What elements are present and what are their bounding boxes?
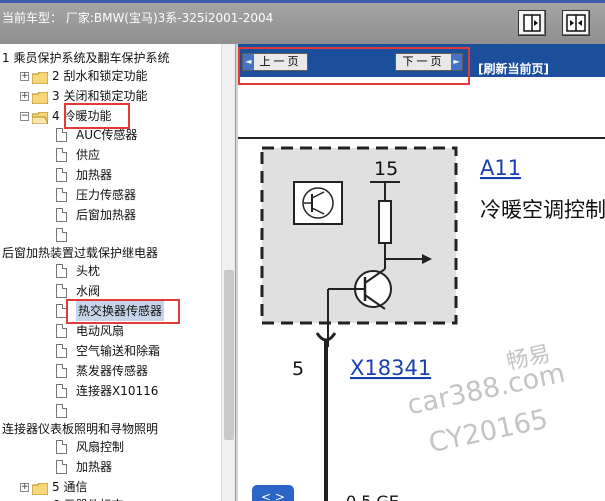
- tree-item[interactable]: 电动风扇: [56, 321, 124, 341]
- tree-item-label: 电动风扇: [76, 324, 125, 338]
- expand-toggle-icon[interactable]: +: [20, 71, 29, 81]
- folder-icon: [31, 70, 49, 85]
- tree-item[interactable]: +6 元器件标志: [20, 495, 123, 501]
- wire-label: 0.5 GE: [346, 492, 399, 501]
- document-icon: [56, 228, 67, 242]
- item-highlight-box: [66, 299, 180, 324]
- tree-item-label: 6 元器件标志: [52, 495, 123, 501]
- document-icon: [56, 208, 67, 222]
- diagram-pane: ◄ 上一页 下一页 ► [刷新当前页] 15 5 X18341 A11 冷暖空调…: [238, 44, 605, 501]
- tree-item[interactable]: 压力传感器: [56, 185, 136, 205]
- document-icon: [56, 324, 67, 338]
- component-id-link[interactable]: A11: [480, 156, 521, 180]
- tree-item[interactable]: 风扇控制: [56, 437, 124, 457]
- folder-icon: [31, 90, 49, 105]
- refresh-page-link[interactable]: [刷新当前页]: [478, 60, 549, 77]
- title-strip: [0, 0, 605, 3]
- tree-item[interactable]: 水阀: [56, 281, 100, 301]
- document-icon: [56, 460, 67, 474]
- expand-toggle-icon[interactable]: +: [20, 482, 29, 492]
- document-icon: [56, 168, 67, 182]
- tree-item-label: 加热器: [76, 460, 113, 474]
- connector-link[interactable]: X18341: [350, 356, 431, 380]
- tree-item[interactable]: 1 乘员保护系统及翻车保护系统: [2, 48, 169, 68]
- wiring-diagram: 15 5 X18341 A11 冷暖空调控制 < > 0.5 GE: [238, 137, 605, 501]
- tree-item-label: 供应: [76, 148, 101, 162]
- component-name: 冷暖空调控制: [480, 198, 605, 222]
- tree-item[interactable]: [56, 225, 76, 245]
- tree-item[interactable]: +2 刮水和锁定功能: [20, 66, 147, 86]
- tree-item[interactable]: 加热器: [56, 165, 112, 185]
- tree-item-label: 5 通信: [52, 480, 88, 494]
- expand-panel-button[interactable]: [518, 10, 546, 36]
- tree-item[interactable]: 空气输送和除霜: [56, 341, 160, 361]
- tree-item[interactable]: [56, 401, 76, 421]
- tree-item-label: 后窗加热器: [76, 208, 137, 222]
- tree-item[interactable]: +5 通信: [20, 477, 87, 497]
- tree-item[interactable]: 后窗加热装置过载保护继电器: [2, 243, 158, 263]
- tree-item[interactable]: 后窗加热器: [56, 205, 136, 225]
- folder-open-icon: [31, 110, 49, 125]
- tree-item-label: 压力传感器: [76, 188, 137, 202]
- tree-scrollbar[interactable]: [221, 44, 235, 501]
- split-view-icon: [566, 14, 586, 32]
- split-view-button[interactable]: [562, 10, 590, 36]
- tree-item-label: 连接器仪表板照明和寻物照明: [2, 422, 159, 436]
- tree-item-label: 1 乘员保护系统及翻车保护系统: [2, 51, 170, 65]
- tree-item[interactable]: 头枕: [56, 261, 100, 281]
- tree-item[interactable]: 蒸发器传感器: [56, 361, 148, 381]
- vehicle-model-label: 当前车型： 厂家:BMW(宝马)3系-325i2001-2004: [2, 11, 274, 25]
- tree-item-label: 水阀: [76, 284, 101, 298]
- navigation-tree: 1 乘员保护系统及翻车保护系统 +2 刮水和锁定功能 +3 关闭和锁定功能 −4 冷暖…: [0, 44, 235, 501]
- tree-item-label: 蒸发器传感器: [76, 364, 149, 378]
- tree-item-label: 空气输送和除霜: [76, 344, 161, 358]
- tree-item-label: 2 刮水和锁定功能: [52, 69, 148, 83]
- tree-item[interactable]: 供应: [56, 145, 100, 165]
- header-bar: 当前车型： 厂家:BMW(宝马)3系-325i2001-2004: [0, 0, 605, 44]
- pin-5-label: 5: [292, 358, 304, 380]
- document-icon: [56, 404, 67, 418]
- scroll-left-icon: < >: [261, 490, 285, 501]
- tree-item-label: 加热器: [76, 168, 113, 182]
- folder-highlight-box: [64, 103, 130, 129]
- document-icon: [56, 384, 67, 398]
- tree-item[interactable]: 加热器: [56, 457, 112, 477]
- document-icon: [56, 440, 67, 454]
- document-icon: [56, 264, 67, 278]
- tree-item-label: 后窗加热装置过载保护继电器: [2, 246, 159, 260]
- tree-item[interactable]: 连接器仪表板照明和寻物照明: [2, 419, 158, 439]
- tree-item-label: 连接器X10116: [76, 384, 159, 398]
- tree-item-label: 风扇控制: [76, 440, 125, 454]
- expand-panel-icon: [523, 14, 541, 32]
- control-unit-symbol: [293, 181, 343, 225]
- pin-15-label: 15: [374, 158, 398, 180]
- document-icon: [56, 364, 67, 378]
- document-icon: [56, 128, 67, 142]
- expand-toggle-icon[interactable]: +: [20, 91, 29, 101]
- document-icon: [56, 284, 67, 298]
- tree-item[interactable]: 连接器X10116: [56, 381, 158, 401]
- document-icon: [56, 148, 67, 162]
- document-icon: [56, 188, 67, 202]
- collapse-toggle-icon[interactable]: −: [20, 111, 29, 121]
- scrollbar-thumb[interactable]: [224, 270, 234, 440]
- connector-pin-symbol: [315, 332, 337, 342]
- document-icon: [56, 344, 67, 358]
- folder-icon: [31, 481, 49, 496]
- tree-item-label: 头枕: [76, 264, 101, 278]
- resistor-symbol: [378, 200, 392, 244]
